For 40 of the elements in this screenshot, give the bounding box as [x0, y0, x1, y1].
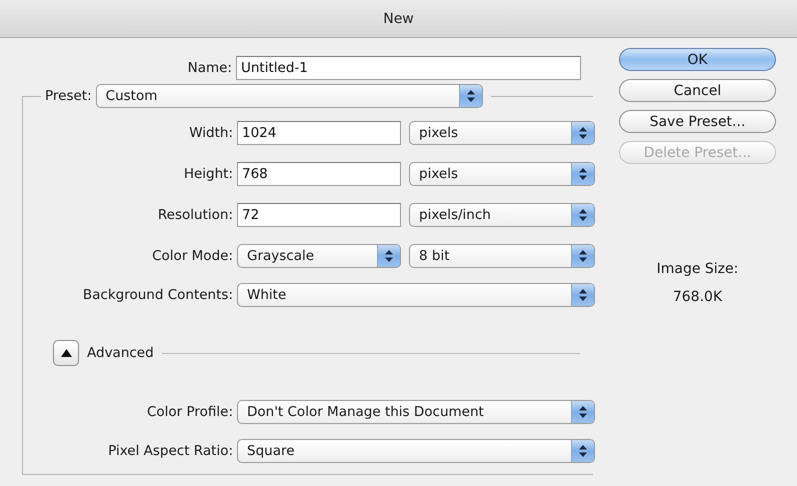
image-size-value: 768.0K [672, 289, 722, 305]
popup-menu[interactable]: Grayscale [237, 244, 401, 268]
disclosure-button[interactable] [53, 340, 79, 366]
stepper-icon [571, 163, 594, 185]
input-field[interactable]: 1024 [237, 121, 401, 145]
stepper-icon [571, 245, 594, 267]
field-label: Color Mode: [151, 248, 233, 264]
popup-menu[interactable]: pixels [409, 162, 595, 186]
popup-menu[interactable]: 8 bit [409, 244, 595, 268]
popup-menu[interactable]: Don't Color Manage this Document [237, 400, 595, 424]
popup-menu[interactable]: Custom [96, 84, 483, 108]
field-label: Width: [188, 125, 233, 141]
field-label: Resolution: [156, 207, 233, 223]
field-label: Height: [182, 166, 233, 182]
dialog-button[interactable]: OK [619, 48, 776, 71]
stepper-icon [571, 401, 594, 423]
dialog-button[interactable]: Save Preset... [619, 110, 776, 133]
field-label: Background Contents: [82, 287, 233, 303]
stepper-icon [458, 85, 482, 107]
field-label: Pixel Aspect Ratio: [107, 443, 233, 459]
triangle-icon [60, 349, 72, 357]
stepper-icon [571, 284, 594, 306]
dialog-button[interactable]: Cancel [619, 79, 776, 102]
popup-menu[interactable]: Square [237, 439, 595, 463]
image-size-label: Image Size: [656, 261, 738, 277]
stepper-icon [571, 440, 594, 462]
popup-menu[interactable]: White [237, 283, 595, 307]
popup-menu[interactable]: pixels/inch [409, 203, 595, 227]
stepper-icon [377, 245, 400, 267]
field-label: Preset: [45, 88, 92, 104]
input-field[interactable]: 72 [237, 203, 401, 227]
input-field[interactable]: Untitled-1 [236, 56, 581, 80]
field-label: Name: [186, 60, 232, 76]
input-field[interactable]: 768 [237, 162, 401, 186]
popup-menu[interactable]: pixels [409, 121, 595, 145]
stepper-icon [571, 204, 594, 226]
window-title: New [383, 10, 414, 26]
stepper-icon [571, 122, 594, 144]
section-label: Advanced [87, 345, 154, 361]
field-label: Color Profile: [146, 404, 233, 420]
